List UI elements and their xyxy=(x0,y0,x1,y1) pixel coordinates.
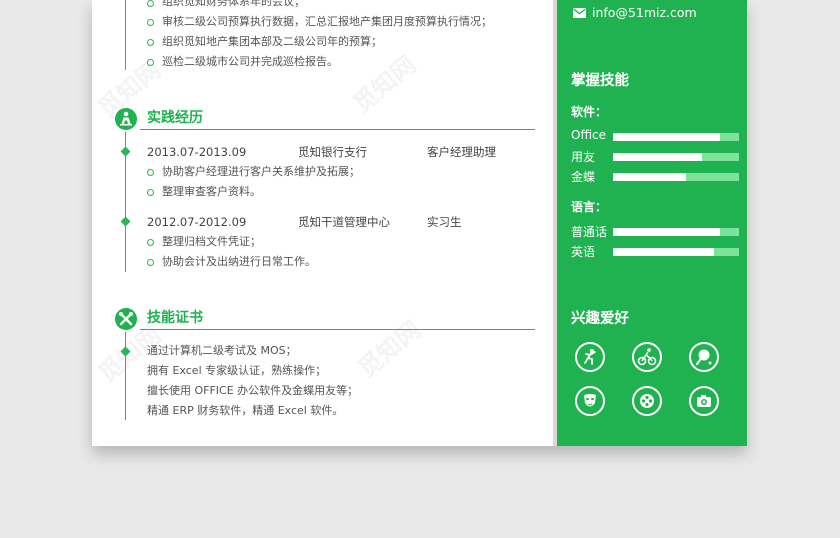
work-bullet: 巡检二级城市公司并完成巡检报告。 xyxy=(162,55,338,68)
language-label: 语言： xyxy=(571,200,608,214)
language-skill-bar xyxy=(613,248,739,256)
timeline-line xyxy=(125,332,126,420)
language-skill-bar-fill xyxy=(613,248,714,256)
software-skill-bar xyxy=(613,153,739,161)
language-skill-bar xyxy=(613,228,739,236)
bullet-ring xyxy=(147,169,154,176)
resume-page: 觅知网 觅知网 觅知网 觅知网 组织觅知财务体系年的会议； 审核二级公司预算执行… xyxy=(92,0,747,446)
bullet-ring xyxy=(147,19,154,26)
certificates-section-title: 技能证书 xyxy=(147,310,203,326)
entry-item: 协助客户经理进行客户关系维护及拓展； xyxy=(162,165,360,178)
entry-org: 觅知银行支行 xyxy=(298,145,367,159)
software-skill-bar-fill xyxy=(613,153,702,161)
section-divider xyxy=(140,129,535,130)
bullet-ring xyxy=(147,189,154,196)
entry-role: 实习生 xyxy=(427,215,462,229)
timeline-line xyxy=(125,0,126,70)
skills-title: 掌握技能 xyxy=(571,73,629,89)
entry-item: 整理审查客户资料。 xyxy=(162,185,261,198)
software-skill-bar xyxy=(613,173,739,181)
bullet-ring xyxy=(147,0,154,7)
software-skill-bar-fill xyxy=(613,173,686,181)
entry-date: 2012.07-2012.09 xyxy=(147,215,247,229)
bullet-ring xyxy=(147,259,154,266)
bullet-ring xyxy=(147,239,154,246)
software-skill-name: 用友 xyxy=(571,150,596,164)
certificate-item: 通过计算机二级考试及 MOS； xyxy=(147,344,297,357)
software-skill-name: 金蝶 xyxy=(571,170,596,184)
work-bullet: 组织觅知地产集团本部及二级公司年的预算； xyxy=(162,35,382,48)
entry-role: 客户经理助理 xyxy=(427,145,496,159)
language-skill-name: 英语 xyxy=(571,245,596,259)
work-bullet: 审核二级公司预算执行数据，汇总汇报地产集团月度预算执行情况； xyxy=(162,15,492,28)
film-icon xyxy=(632,386,662,416)
entry-date: 2013.07-2013.09 xyxy=(147,145,247,159)
bullet-ring xyxy=(147,59,154,66)
timeline-marker xyxy=(120,346,131,357)
software-skill-bar xyxy=(613,133,739,141)
certificate-item: 擅长使用 OFFICE 办公软件及金蝶用友等； xyxy=(147,384,359,397)
software-skill-name: Office xyxy=(571,128,607,142)
watermark: 觅知网 xyxy=(353,315,427,384)
certificates-section-icon xyxy=(115,308,137,330)
practice-section-icon xyxy=(115,108,137,130)
software-label: 软件： xyxy=(571,105,608,119)
camera-icon xyxy=(689,386,719,416)
entry-item: 整理归档文件凭证； xyxy=(162,235,261,248)
watermark: 觅知网 xyxy=(348,50,422,119)
timeline-marker xyxy=(120,146,131,157)
certificate-item: 拥有 Excel 专家级认证，熟练操作； xyxy=(147,364,327,377)
language-skill-bar-fill xyxy=(613,228,720,236)
mask-icon xyxy=(575,386,605,416)
entry-org: 觅知干道管理中心 xyxy=(298,215,390,229)
email-icon xyxy=(573,8,586,18)
contact-email: info@51miz.com xyxy=(592,5,697,20)
entry-item: 协助会计及出纳进行日常工作。 xyxy=(162,255,316,268)
software-skill-bar-fill xyxy=(613,133,720,141)
language-skill-name: 普通话 xyxy=(571,225,608,239)
certificate-item: 精通 ERP 财务软件，精通 Excel 软件。 xyxy=(147,404,344,417)
section-divider xyxy=(140,329,535,330)
timeline-marker xyxy=(120,216,131,227)
work-bullet: 组织觅知财务体系年的会议； xyxy=(162,0,305,8)
cycling-icon xyxy=(632,342,662,372)
sidebar: info@51miz.com 掌握技能 软件： Office 用友金蝶 语言： 普… xyxy=(557,0,747,446)
table-tennis-icon xyxy=(689,342,719,372)
dance-icon xyxy=(575,342,605,372)
bullet-ring xyxy=(147,39,154,46)
practice-section-title: 实践经历 xyxy=(147,110,203,126)
hobbies-title: 兴趣爱好 xyxy=(571,311,629,327)
